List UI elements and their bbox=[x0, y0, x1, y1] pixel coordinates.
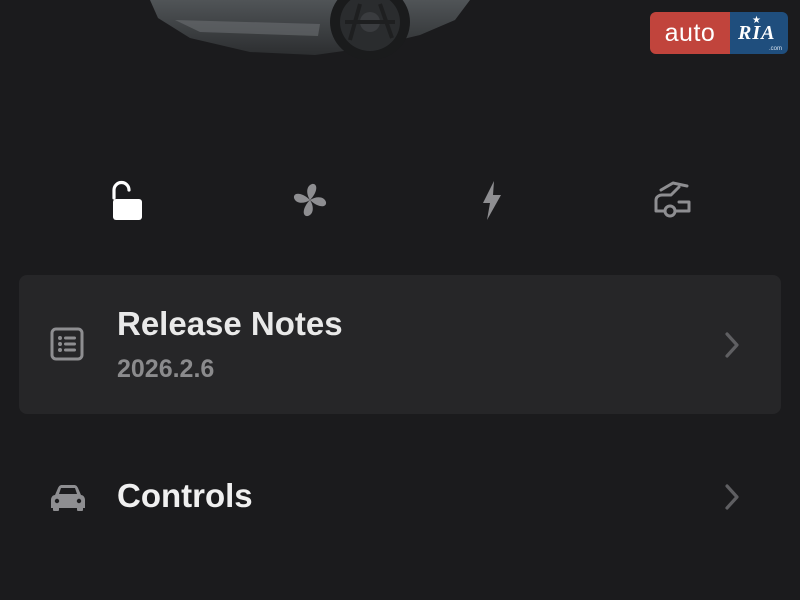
chevron-right-icon bbox=[725, 484, 739, 510]
release-notes-version: 2026.2.6 bbox=[117, 355, 215, 383]
chevron-right-icon bbox=[725, 332, 739, 358]
watermark-domain-text: .com bbox=[768, 46, 782, 52]
unlock-icon bbox=[112, 180, 142, 220]
climate-button[interactable] bbox=[280, 170, 340, 230]
quick-actions-bar bbox=[0, 170, 800, 230]
release-notes-title: Release Notes bbox=[117, 305, 343, 342]
car-icon bbox=[51, 485, 85, 511]
controls-row[interactable]: Controls bbox=[19, 455, 781, 540]
fan-icon bbox=[293, 183, 327, 217]
unlock-button[interactable] bbox=[93, 170, 153, 230]
watermark-ria-text: RIA bbox=[738, 22, 776, 44]
watermark-auto-text: auto bbox=[650, 12, 730, 54]
controls-title: Controls bbox=[117, 477, 253, 514]
charging-button[interactable] bbox=[461, 170, 521, 230]
list-icon bbox=[50, 327, 84, 361]
trunk-open-icon bbox=[654, 181, 691, 218]
lightning-icon bbox=[483, 181, 501, 220]
trunk-button[interactable] bbox=[642, 170, 702, 230]
autoria-watermark: auto ★ RIA .com bbox=[650, 12, 788, 54]
release-notes-card[interactable]: Release Notes 2026.2.6 bbox=[19, 275, 781, 414]
